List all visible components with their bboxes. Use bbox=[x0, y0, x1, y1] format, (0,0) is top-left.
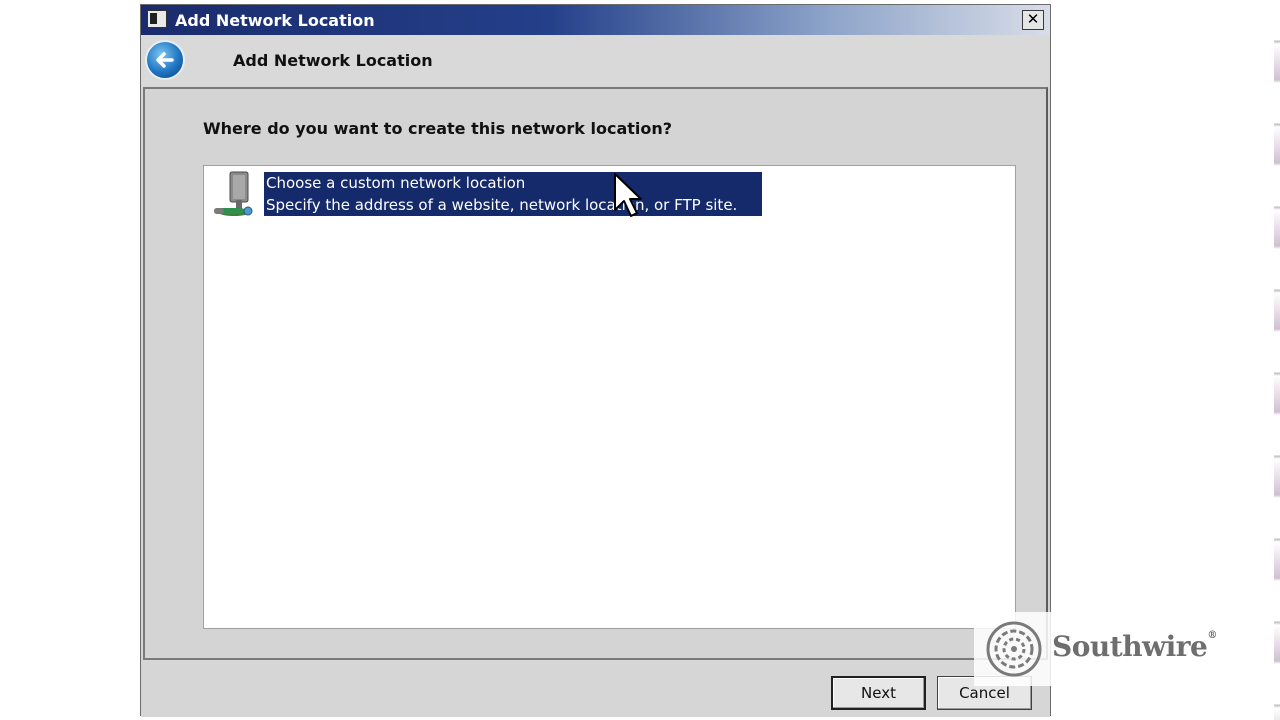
back-arrow-icon bbox=[156, 52, 174, 68]
southwire-logo-text: Southwire® bbox=[1052, 630, 1217, 663]
content-area: Where do you want to create this network… bbox=[143, 87, 1048, 660]
network-location-icon bbox=[214, 171, 253, 216]
registered-mark: ® bbox=[1207, 630, 1217, 641]
option-text: Choose a custom network location Specify… bbox=[264, 172, 762, 216]
close-icon: ✕ bbox=[1026, 10, 1040, 28]
add-network-location-dialog: Add Network Location ✕ Add Network Locat… bbox=[140, 4, 1051, 717]
option-description: Specify the address of a website, networ… bbox=[266, 196, 738, 214]
wizard-title: Add Network Location bbox=[233, 51, 433, 70]
option-title: Choose a custom network location bbox=[266, 174, 526, 192]
list-item-custom-network-location[interactable]: Choose a custom network location Specify… bbox=[208, 170, 762, 220]
window-icon bbox=[147, 10, 167, 28]
location-options-list[interactable]: Choose a custom network location Specify… bbox=[203, 165, 1016, 629]
southwire-logo-icon bbox=[986, 621, 1042, 677]
title-bar[interactable]: Add Network Location ✕ bbox=[141, 5, 1050, 35]
brand-name: Southwire bbox=[1052, 630, 1208, 663]
wizard-header: Add Network Location bbox=[141, 35, 1050, 87]
screen-edge-artifact bbox=[1274, 0, 1280, 720]
question-heading: Where do you want to create this network… bbox=[203, 119, 673, 138]
next-button[interactable]: Next bbox=[831, 676, 926, 710]
wizard-footer: Next Cancel bbox=[141, 660, 1050, 717]
mouse-cursor-icon bbox=[614, 173, 642, 217]
close-button[interactable]: ✕ bbox=[1022, 10, 1044, 30]
window-title: Add Network Location bbox=[175, 11, 375, 30]
back-button[interactable] bbox=[145, 40, 185, 80]
